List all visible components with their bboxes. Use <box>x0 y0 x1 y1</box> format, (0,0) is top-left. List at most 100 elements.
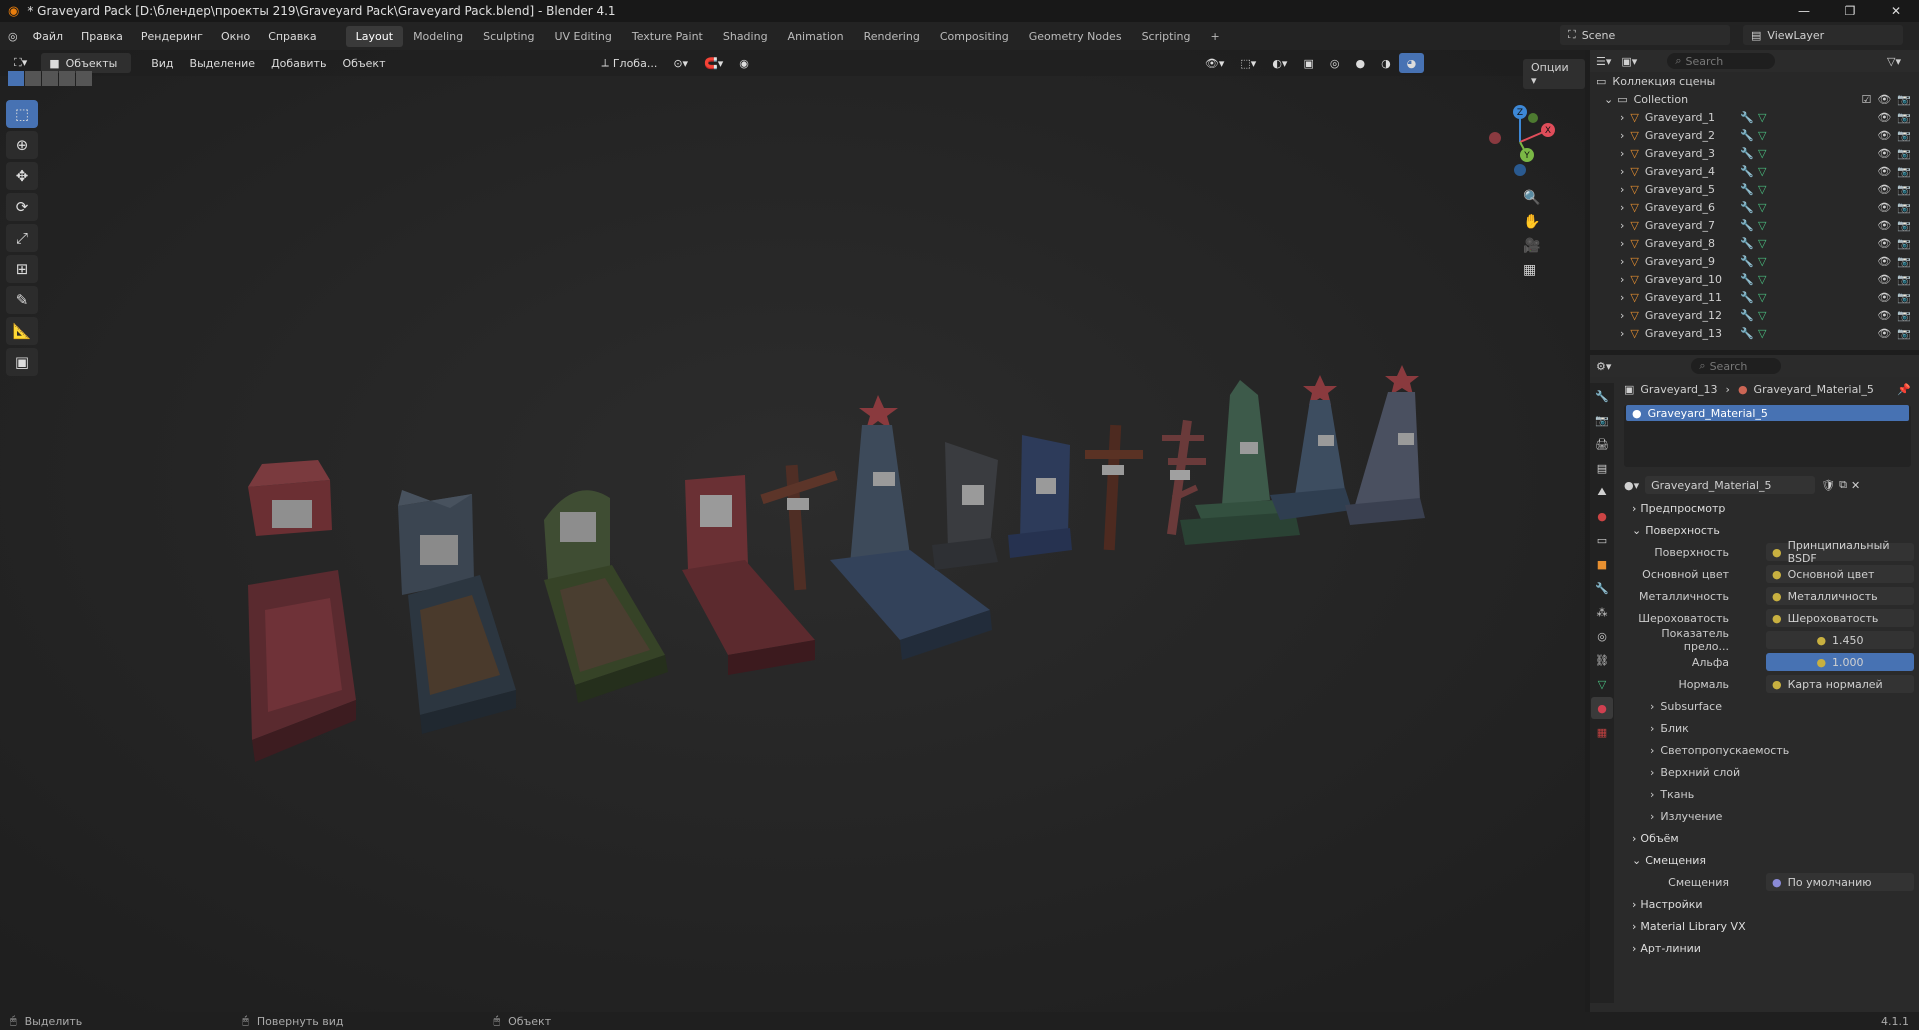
surface-property-field[interactable]: ● Основной цвет <box>1766 565 1914 583</box>
eye-icon[interactable]: 👁 <box>1877 129 1891 142</box>
surface-property-field[interactable]: ● Металличность <box>1766 587 1914 605</box>
panel-volume[interactable]: › Объём <box>1616 827 1919 849</box>
camera-icon[interactable]: 📷 <box>1897 255 1911 268</box>
scale-tool-icon[interactable]: ⤢ <box>6 224 38 252</box>
modifier-icon[interactable]: 🔧 <box>1740 327 1754 340</box>
chevron-right-icon[interactable]: › <box>1620 183 1624 196</box>
neg-y-axis-handle[interactable] <box>1528 113 1538 123</box>
surface-property-field[interactable]: ● Принципиальный BSDF <box>1766 539 1914 565</box>
mesh-data-icon[interactable]: ▽ <box>1758 201 1766 214</box>
mesh-data-icon[interactable]: ▽ <box>1758 309 1766 322</box>
panel-displacement[interactable]: ⌄ Смещения <box>1616 849 1919 871</box>
mesh-data-icon[interactable]: ▽ <box>1758 219 1766 232</box>
chevron-right-icon[interactable]: › <box>1620 219 1624 232</box>
perspective-grid-icon[interactable]: ▦ <box>1523 262 1540 278</box>
measure-tool-icon[interactable]: 📐 <box>6 317 38 345</box>
mesh-data-icon[interactable]: ▽ <box>1758 183 1766 196</box>
mode-selector[interactable]: ■ Объекты <box>41 53 132 73</box>
pin-icon[interactable]: 📌 <box>1897 383 1911 396</box>
camera-icon[interactable]: 📷 <box>1897 183 1911 196</box>
pan-hand-icon[interactable]: ✋ <box>1523 214 1540 230</box>
transform-orientation[interactable]: ⟂ Глоба... <box>593 53 665 73</box>
modifier-icon[interactable]: 🔧 <box>1740 201 1754 214</box>
properties-editor-icon[interactable]: ⚙▾ <box>1596 360 1611 373</box>
modifier-icon[interactable]: 🔧 <box>1740 147 1754 160</box>
chevron-down-icon[interactable]: ⌄ <box>1604 93 1613 106</box>
mesh-data-icon[interactable]: ▽ <box>1758 237 1766 250</box>
surface-subpanel[interactable]: › Subsurface <box>1616 695 1919 717</box>
modifier-icon[interactable]: 🔧 <box>1740 219 1754 232</box>
shading-wireframe-icon[interactable]: ◎ <box>1322 53 1348 73</box>
scene-collection-row[interactable]: ▭ Коллекция сцены <box>1590 72 1919 90</box>
editor-type-icon[interactable]: ⛶▾ <box>6 53 35 73</box>
tab-rendering[interactable]: Rendering <box>854 26 930 47</box>
eye-icon[interactable]: 👁 <box>1877 273 1891 286</box>
filter-icon[interactable]: ▽▾ <box>1887 55 1901 68</box>
menu-window[interactable]: Окно <box>212 30 259 43</box>
proportional-edit-icon[interactable]: ◉ <box>731 53 757 73</box>
surface-property-field[interactable]: ● 1.450 <box>1766 631 1914 649</box>
surface-subpanel[interactable]: › Блик <box>1616 717 1919 739</box>
modifier-icon[interactable]: 🔧 <box>1740 183 1754 196</box>
axis-gizmo[interactable]: Z X Y <box>1475 100 1565 180</box>
viewport-scene[interactable] <box>0 50 1585 1012</box>
fake-user-icon[interactable]: 🛡 <box>1821 479 1835 492</box>
chevron-right-icon[interactable]: › <box>1620 111 1624 124</box>
modifier-icon[interactable]: 🔧 <box>1740 129 1754 142</box>
outliner-item[interactable]: › ▽ Graveyard_12 🔧 ▽ 👁 📷 <box>1590 306 1919 324</box>
tab-layout[interactable]: Layout <box>345 25 404 47</box>
camera-icon[interactable]: 📷 <box>1897 111 1911 124</box>
eye-icon[interactable]: 👁 <box>1877 93 1891 106</box>
eye-icon[interactable]: 👁 <box>1877 327 1891 340</box>
mesh-data-icon[interactable]: ▽ <box>1758 129 1766 142</box>
surface-subpanel[interactable]: › Излучение <box>1616 805 1919 827</box>
outliner-item[interactable]: › ▽ Graveyard_7 🔧 ▽ 👁 📷 <box>1590 216 1919 234</box>
panel-material-library[interactable]: › Material Library VX <box>1616 915 1919 937</box>
chevron-right-icon[interactable]: › <box>1620 165 1624 178</box>
camera-icon[interactable]: 📷 <box>1897 219 1911 232</box>
select-subtract-icon[interactable] <box>42 71 58 86</box>
outliner-item[interactable]: › ▽ Graveyard_10 🔧 ▽ 👁 📷 <box>1590 270 1919 288</box>
material-slot-list[interactable]: ● Graveyard_Material_5 <box>1624 405 1911 467</box>
camera-icon[interactable]: 📷 <box>1897 237 1911 250</box>
panel-settings[interactable]: › Настройки <box>1616 893 1919 915</box>
chevron-right-icon[interactable]: › <box>1620 309 1624 322</box>
eye-icon[interactable]: 👁 <box>1877 201 1891 214</box>
camera-icon[interactable]: 📷 <box>1897 327 1911 340</box>
world-tab-icon[interactable]: ● <box>1591 505 1613 527</box>
maximize-button[interactable]: ❐ <box>1827 0 1873 22</box>
eye-icon[interactable]: 👁 <box>1877 147 1891 160</box>
chevron-right-icon[interactable]: › <box>1620 129 1624 142</box>
unlink-material-icon[interactable]: ✕ <box>1851 479 1860 492</box>
modifier-icon[interactable]: 🔧 <box>1740 255 1754 268</box>
camera-icon[interactable]: 📷 <box>1897 309 1911 322</box>
constraints-tab-icon[interactable]: ⛓ <box>1591 649 1613 671</box>
scene-tab-icon[interactable]: ⛰ <box>1591 481 1613 503</box>
surface-property-field[interactable]: ● Шероховатость <box>1766 609 1914 627</box>
pivot-icon[interactable]: ⊙▾ <box>665 53 696 73</box>
camera-icon[interactable]: 📷 <box>1897 93 1911 106</box>
eye-icon[interactable]: 👁 <box>1877 219 1891 232</box>
tab-uv-editing[interactable]: UV Editing <box>544 26 621 47</box>
scene-selector[interactable]: ⛶ Scene <box>1560 25 1730 45</box>
zoom-icon[interactable]: 🔍 <box>1523 190 1540 206</box>
camera-icon[interactable]: 📷 <box>1897 201 1911 214</box>
outliner-search[interactable]: ⌕ Search <box>1667 53 1776 69</box>
eye-icon[interactable]: 👁 <box>1877 237 1891 250</box>
modifier-icon[interactable]: 🔧 <box>1740 273 1754 286</box>
camera-icon[interactable]: 📷 <box>1897 129 1911 142</box>
modifier-icon[interactable]: 🔧 <box>1740 237 1754 250</box>
transform-tool-icon[interactable]: ⊞ <box>6 255 38 283</box>
modifier-icon[interactable]: 🔧 <box>1740 309 1754 322</box>
mesh-data-icon[interactable]: ▽ <box>1758 147 1766 160</box>
navigation-gizmo[interactable]: Z X Y 🔍 ✋ 🎥 ▦ <box>1475 100 1565 340</box>
menu-file[interactable]: Файл <box>24 30 72 43</box>
mesh-data-icon[interactable]: ▽ <box>1758 165 1766 178</box>
select-new-icon[interactable] <box>8 71 24 86</box>
modifier-icon[interactable]: 🔧 <box>1740 165 1754 178</box>
tab-compositing[interactable]: Compositing <box>930 26 1019 47</box>
menu-help[interactable]: Справка <box>259 30 325 43</box>
add-cube-tool-icon[interactable]: ▣ <box>6 348 38 376</box>
outliner-item[interactable]: › ▽ Graveyard_11 🔧 ▽ 👁 📷 <box>1590 288 1919 306</box>
camera-icon[interactable]: 📷 <box>1897 165 1911 178</box>
